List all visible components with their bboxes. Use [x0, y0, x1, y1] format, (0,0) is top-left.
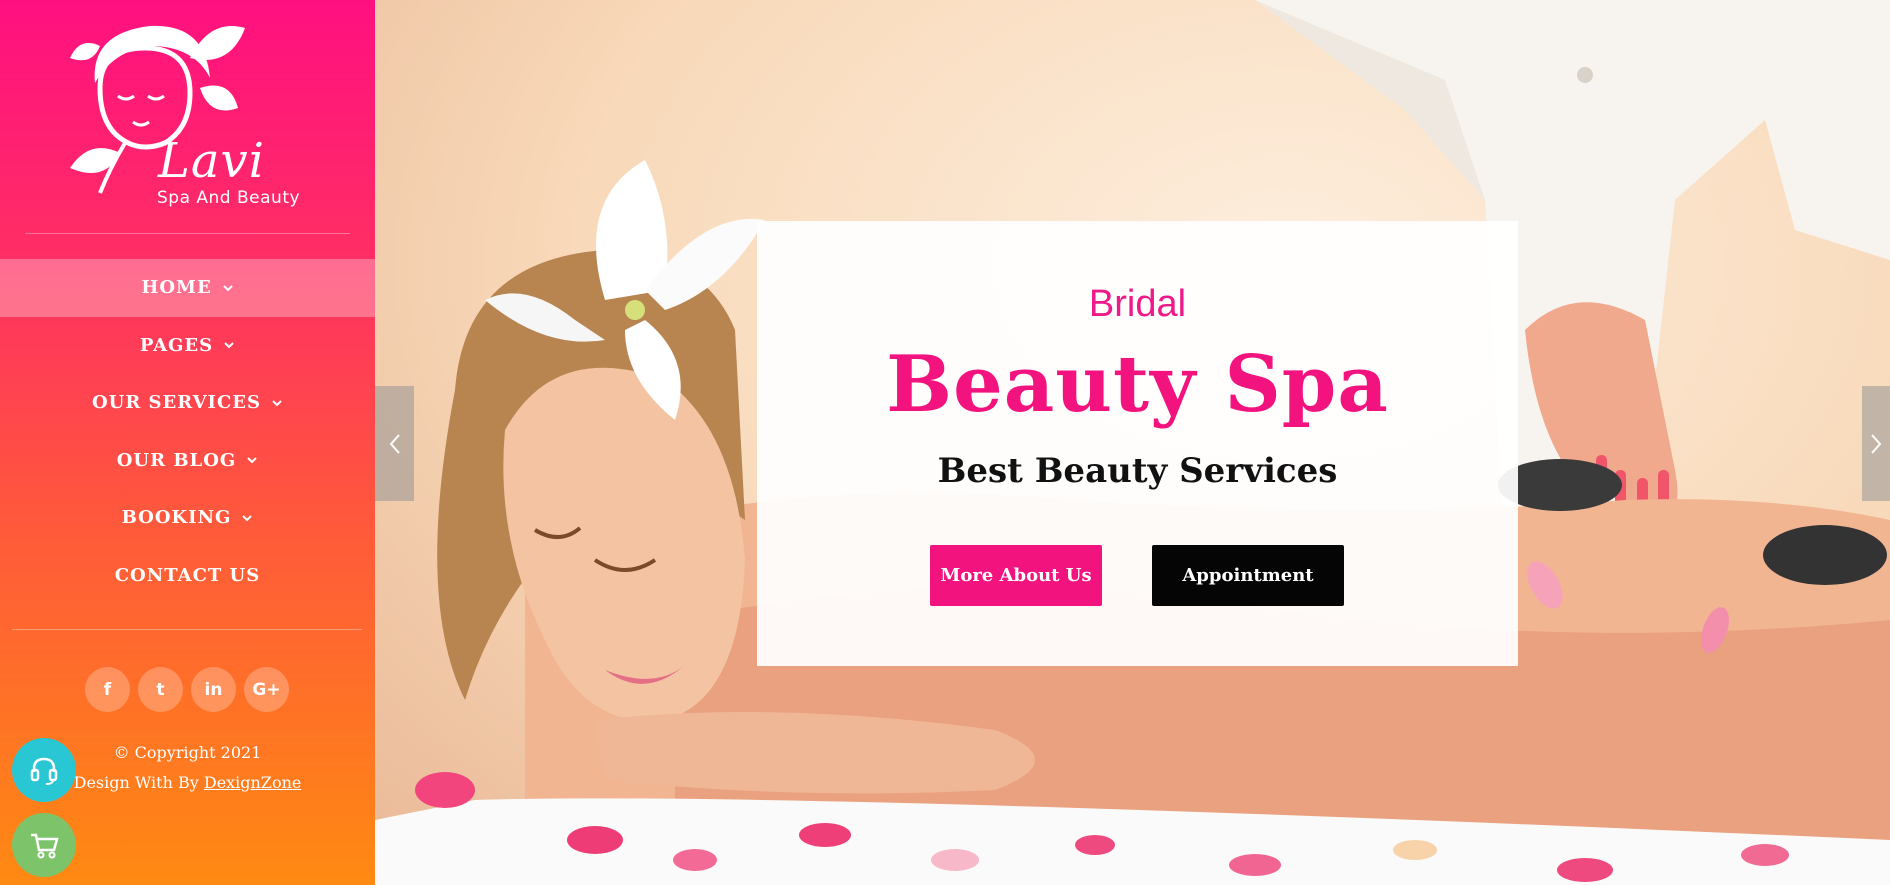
nav-item-label: BOOKING	[121, 507, 232, 529]
brand-tagline: Spa And Beauty	[157, 188, 301, 208]
nav-item-our-services[interactable]: OUR SERVICES	[0, 374, 375, 432]
brand-name: Lavi	[158, 133, 265, 189]
chevron-down-icon	[247, 457, 257, 464]
nav-item-contact-us[interactable]: CONTACT US	[0, 547, 375, 605]
design-credit-prefix: Design With By	[73, 773, 199, 792]
nav-item-booking[interactable]: BOOKING	[0, 489, 375, 547]
facebook-icon[interactable]: f	[85, 667, 130, 712]
google-plus-icon[interactable]: G+	[244, 667, 289, 712]
page: Bridal Beauty Spa Best Beauty Services M…	[0, 0, 1890, 885]
slider-prev-button[interactable]	[375, 386, 414, 501]
chevron-down-icon	[272, 400, 282, 407]
main-nav: HOME PAGES OUR SERVICES OUR BLOG BOOKING…	[0, 259, 375, 604]
sidebar-divider	[12, 629, 362, 630]
support-button[interactable]	[12, 738, 76, 802]
nav-item-label: OUR BLOG	[116, 449, 237, 471]
slider-next-button[interactable]	[1862, 386, 1890, 501]
twitter-icon[interactable]: t	[138, 667, 183, 712]
cart-icon	[31, 833, 59, 859]
hero-pre-title: Bridal	[1088, 283, 1187, 325]
hero-subtitle: Best Beauty Services	[937, 451, 1338, 491]
chevron-right-icon	[1871, 433, 1882, 454]
linkedin-icon[interactable]: in	[191, 667, 236, 712]
dexignzone-link[interactable]: DexignZone	[204, 773, 302, 792]
cart-button[interactable]	[12, 813, 76, 877]
appointment-button[interactable]: Appointment	[1152, 545, 1344, 606]
nav-item-our-blog[interactable]: OUR BLOG	[0, 432, 375, 490]
nav-item-label: CONTACT US	[114, 564, 261, 586]
hero-card: Bridal Beauty Spa Best Beauty Services M…	[757, 221, 1518, 666]
nav-item-home[interactable]: HOME	[0, 259, 375, 317]
chevron-down-icon	[222, 285, 233, 292]
headset-icon	[30, 757, 58, 785]
chevron-left-icon	[389, 433, 400, 454]
brand-logo[interactable]: Lavi Spa And Beauty	[70, 18, 310, 218]
nav-item-label: OUR SERVICES	[91, 392, 262, 414]
more-about-us-button[interactable]: More About Us	[930, 545, 1102, 606]
nav-item-pages[interactable]: PAGES	[0, 317, 375, 375]
chevron-down-icon	[224, 342, 234, 349]
hero-title: Beauty Spa	[886, 339, 1389, 430]
nav-item-label: HOME	[141, 277, 212, 299]
nav-item-label: PAGES	[139, 334, 214, 356]
social-links: f t in G+	[85, 667, 289, 712]
sidebar-divider	[25, 233, 350, 234]
chevron-down-icon	[242, 515, 253, 522]
